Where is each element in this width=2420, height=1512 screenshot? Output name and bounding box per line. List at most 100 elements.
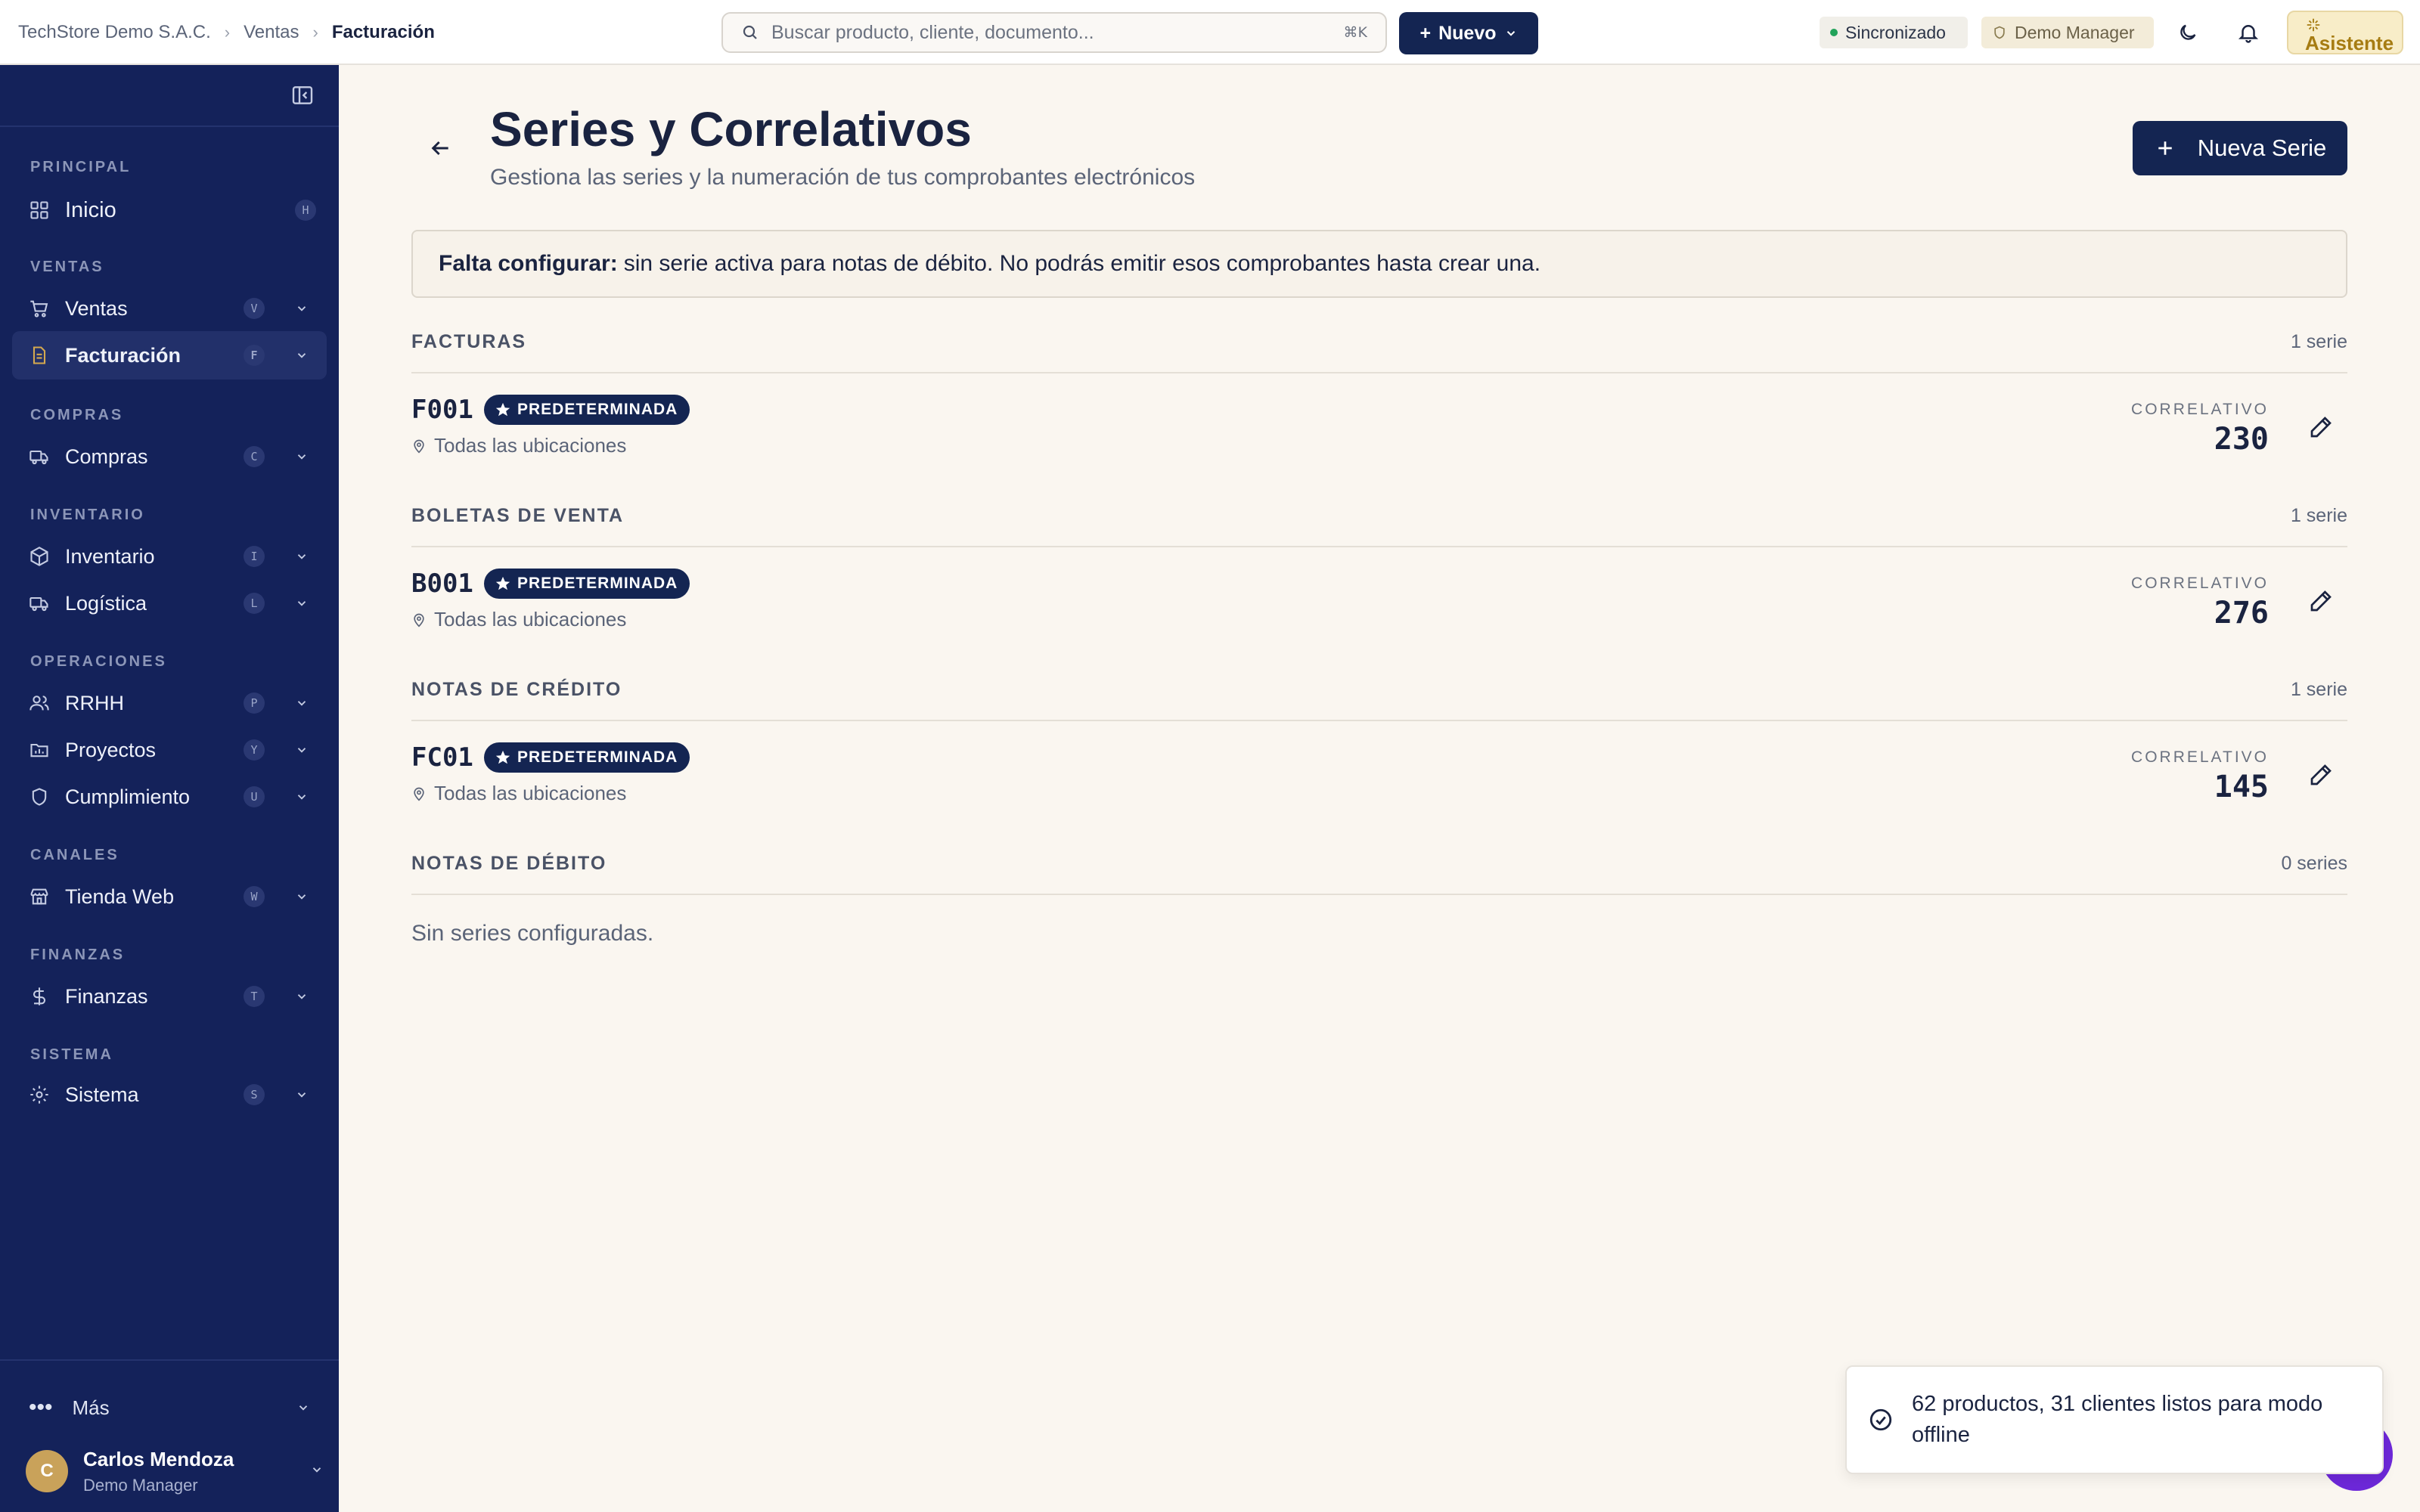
notifications-button[interactable]	[2231, 15, 2266, 50]
section-header: BOLETAS DE VENTA 1 serie	[411, 505, 2347, 547]
page-title: Series y Correlativos	[490, 102, 972, 156]
sidebar: PRINCIPAL Inicio H VENTAS Ventas V Factu…	[0, 65, 339, 1512]
sidebar-item-ventas[interactable]: Ventas V	[12, 284, 327, 333]
default-badge: PREDETERMINADA	[484, 569, 690, 599]
shortcut-key-badge: F	[244, 345, 265, 366]
series-row: F001 PREDETERMINADA Todas las ubicacione…	[411, 373, 2347, 470]
edit-series-button[interactable]	[2304, 410, 2338, 445]
breadcrumb-separator: ›	[224, 23, 231, 42]
chevron-down-icon	[290, 890, 313, 903]
map-pin-icon	[414, 613, 424, 627]
sidebar-item-label: Tienda Web	[65, 885, 175, 908]
sidebar-item-label: Cumplimiento	[65, 785, 191, 808]
sidebar-item-sistema[interactable]: Sistema S	[12, 1070, 327, 1119]
sidebar-item-label: Inicio	[65, 197, 116, 222]
chevron-down-icon	[290, 596, 313, 610]
correlativo-label: CORRELATIVO	[2131, 401, 2269, 418]
sidebar-item-compras[interactable]: Compras C	[12, 432, 327, 481]
alert-title: Falta configurar:	[439, 251, 618, 276]
sidebar-footer: ••• Más C Carlos Mendoza Demo Manager	[0, 1359, 339, 1495]
more-menu-button[interactable]: ••• Más	[12, 1387, 327, 1429]
user-role: Demo Manager	[83, 1475, 198, 1495]
sidebar-item-label: Finanzas	[65, 984, 148, 1008]
document-icon	[33, 346, 46, 364]
cart-icon	[30, 300, 48, 318]
role-badge[interactable]: Demo Manager	[1981, 17, 2154, 48]
theme-toggle-button[interactable]	[2170, 15, 2205, 50]
folder-icon	[30, 743, 48, 758]
sidebar-item-inicio[interactable]: Inicio H	[12, 186, 327, 234]
shortcut-key-badge: T	[244, 986, 265, 1007]
sidebar-group-principal: PRINCIPAL	[30, 159, 132, 175]
global-search[interactable]: ⌘K	[721, 12, 1387, 53]
user-menu[interactable]: C Carlos Mendoza Demo Manager	[26, 1442, 328, 1500]
sidebar-item-logistica[interactable]: Logística L	[12, 579, 327, 627]
section-header: NOTAS DE DÉBITO 0 series	[411, 853, 2347, 895]
shortcut-key-badge: C	[244, 446, 265, 467]
user-name: Carlos Mendoza	[83, 1447, 234, 1470]
dollar-icon	[33, 987, 46, 1005]
sidebar-group-ventas: VENTAS	[30, 259, 104, 275]
section-title: NOTAS DE DÉBITO	[411, 853, 607, 874]
default-badge: PREDETERMINADA	[484, 742, 690, 773]
shortcut-key-badge: I	[244, 546, 265, 567]
check-circle-icon	[1869, 1408, 1892, 1431]
breadcrumb-section[interactable]: Ventas	[244, 22, 299, 43]
truck-icon	[29, 596, 48, 612]
sidebar-group-inventario: INVENTARIO	[30, 507, 145, 523]
new-series-button[interactable]: Nueva Serie	[2133, 121, 2347, 175]
alert-message: sin serie activa para notas de débito. N…	[623, 251, 1541, 276]
series-row: FC01 PREDETERMINADA Todas las ubicacione…	[411, 721, 2347, 818]
section-title: FACTURAS	[411, 331, 527, 352]
chevron-down-icon	[290, 302, 313, 315]
shield-icon	[32, 788, 47, 806]
back-button[interactable]	[422, 130, 458, 166]
sidebar-item-finanzas[interactable]: Finanzas T	[12, 972, 327, 1021]
sidebar-group-canales: CANALES	[30, 847, 119, 863]
star-icon	[495, 750, 510, 764]
search-input[interactable]	[771, 21, 1332, 44]
breadcrumb: TechStore Demo S.A.C. › Ventas › Factura…	[18, 0, 435, 65]
assistant-button[interactable]: Asistente	[2287, 11, 2403, 54]
users-icon	[29, 696, 49, 711]
sidebar-item-rrhh[interactable]: RRHH P	[12, 679, 327, 727]
sidebar-item-proyectos[interactable]: Proyectos Y	[12, 726, 327, 774]
sidebar-group-compras: COMPRAS	[30, 407, 124, 423]
arrow-left-icon	[431, 141, 448, 156]
section-count: 1 serie	[2290, 679, 2347, 700]
chevron-down-icon	[290, 990, 313, 1003]
more-label: Más	[72, 1396, 110, 1419]
store-icon	[30, 888, 48, 905]
search-shortcut: ⌘K	[1343, 24, 1367, 41]
series-section-notas-credito: NOTAS DE CRÉDITO 1 serie FC01 PREDETERMI…	[411, 679, 2347, 818]
new-button[interactable]: + Nuevo	[1399, 12, 1538, 54]
edit-series-button[interactable]	[2304, 758, 2338, 792]
breadcrumb-company[interactable]: TechStore Demo S.A.C.	[18, 22, 211, 43]
chevron-down-icon	[290, 1088, 313, 1101]
correlativo-value: 145	[2214, 770, 2269, 804]
sync-dot-icon	[1830, 29, 1838, 36]
sidebar-item-inventario[interactable]: Inventario I	[12, 532, 327, 581]
chevron-down-icon	[290, 790, 313, 804]
new-button-label: Nuevo	[1438, 22, 1497, 44]
sidebar-item-label: Proyectos	[65, 738, 157, 761]
series-location: Todas las ubicaciones	[411, 434, 626, 457]
shortcut-key-badge: S	[244, 1084, 265, 1105]
sidebar-item-label: Ventas	[65, 296, 128, 320]
sidebar-item-facturacion[interactable]: Facturación F	[12, 331, 327, 380]
correlativo-value: 230	[2214, 422, 2269, 457]
section-count: 1 serie	[2290, 331, 2347, 352]
series-code: F001	[411, 395, 473, 425]
chevron-down-icon	[290, 349, 313, 362]
breadcrumb-separator: ›	[312, 23, 318, 42]
shortcut-key-badge: U	[244, 786, 265, 807]
sidebar-item-tienda-web[interactable]: Tienda Web W	[12, 872, 327, 921]
config-alert: Falta configurar: sin serie activa para …	[411, 230, 2347, 298]
top-bar: TechStore Demo S.A.C. › Ventas › Factura…	[0, 0, 2420, 65]
sidebar-collapse-icon[interactable]	[290, 83, 315, 107]
series-section-facturas: FACTURAS 1 serie F001 PREDETERMINADA Tod…	[411, 331, 2347, 470]
map-pin-icon	[414, 787, 424, 801]
edit-series-button[interactable]	[2304, 584, 2338, 618]
sidebar-item-cumplimiento[interactable]: Cumplimiento U	[12, 773, 327, 821]
sidebar-item-label: Compras	[65, 445, 148, 468]
